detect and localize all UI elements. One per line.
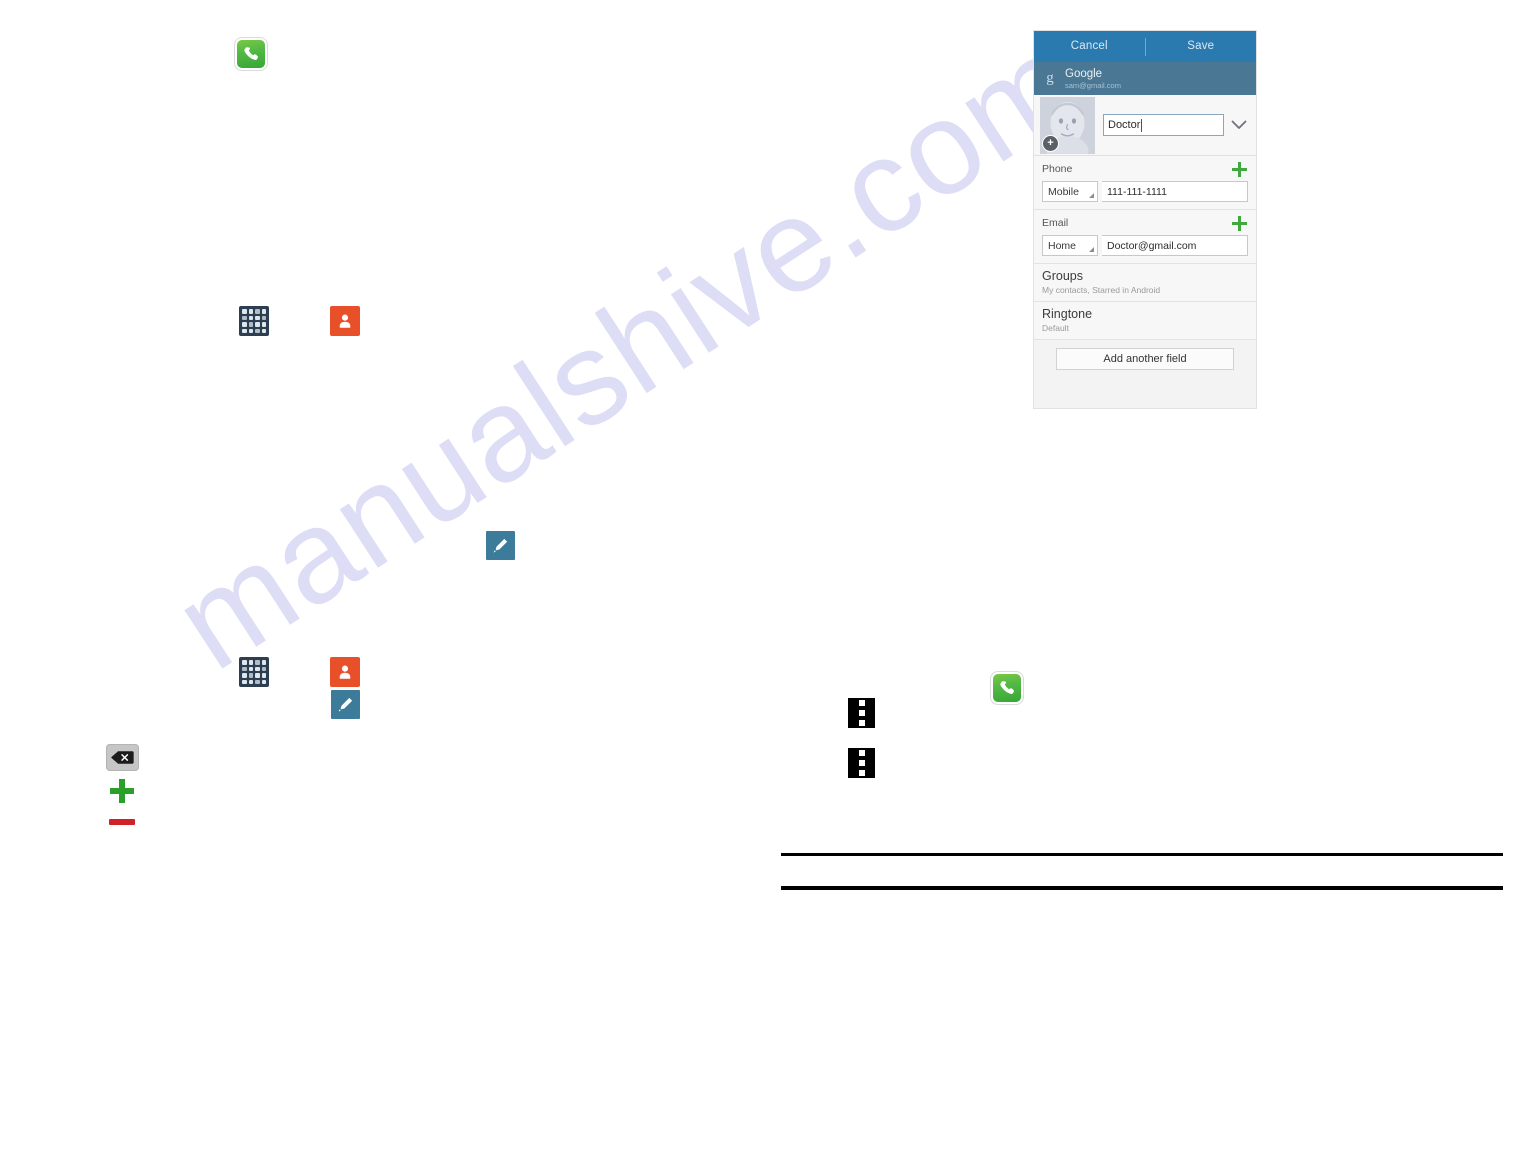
account-labels: Google sam@gmail.com <box>1065 68 1121 90</box>
contact-name-value: Doctor <box>1108 119 1141 131</box>
overflow-dot <box>858 720 865 726</box>
apps-grid-cell <box>248 673 253 678</box>
apps-grid-cell <box>242 660 247 665</box>
apps-grid-cell <box>255 660 260 665</box>
minus-icon <box>108 816 136 828</box>
apps-grid-cell <box>255 315 260 320</box>
overflow-dot <box>858 700 865 706</box>
page-watermark: manualshive.com <box>0 0 1536 1152</box>
apps-grid-icon[interactable] <box>239 306 269 336</box>
editor-action-bar: Cancel Save <box>1034 31 1256 62</box>
google-logo-icon: g <box>1046 70 1054 86</box>
apps-grid-cell <box>248 660 253 665</box>
phone-icon[interactable] <box>237 40 265 68</box>
email-address-value: Doctor@gmail.com <box>1107 239 1197 252</box>
apps-grid-cell <box>261 328 266 333</box>
account-email-label: sam@gmail.com <box>1065 80 1121 90</box>
apps-grid-cell <box>248 322 253 327</box>
add-email-plus-icon[interactable] <box>1231 215 1248 232</box>
apps-grid-cell <box>255 673 260 678</box>
overflow-dot <box>858 710 865 716</box>
edit-pencil-icon[interactable] <box>486 531 515 560</box>
editor-footer: Add another field <box>1034 340 1256 380</box>
apps-grid-cell <box>255 666 260 671</box>
phone-section: Phone Mobile 111-111-1111 <box>1034 156 1256 210</box>
apps-grid-cell <box>261 309 266 314</box>
phone-field-row: Mobile 111-111-1111 <box>1042 181 1248 202</box>
apps-grid-cell <box>255 679 260 684</box>
groups-title: Groups <box>1042 269 1083 283</box>
backspace-icon[interactable] <box>106 744 139 771</box>
email-field-row: Home Doctor@gmail.com <box>1042 235 1248 256</box>
contact-name-row: + Doctor <box>1034 95 1256 156</box>
edit-pencil-icon[interactable] <box>331 690 360 719</box>
apps-grid-cell <box>248 309 253 314</box>
account-provider-label: Google <box>1065 67 1103 80</box>
apps-grid-cell <box>248 679 253 684</box>
apps-grid-cell <box>261 673 266 678</box>
overflow-menu-icon[interactable] <box>848 698 875 728</box>
apps-grid-cell <box>255 322 260 327</box>
add-another-field-button[interactable]: Add another field <box>1056 348 1234 370</box>
cancel-button[interactable]: Cancel <box>1034 31 1145 62</box>
phone-number-input[interactable]: 111-111-1111 <box>1102 181 1248 202</box>
ringtone-title: Ringtone <box>1042 307 1093 321</box>
add-phone-plus-icon[interactable] <box>1231 161 1248 178</box>
dropdown-triangle-icon <box>1089 247 1094 252</box>
chevron-down-icon[interactable] <box>1228 120 1250 130</box>
ringtone-subtitle: Default <box>1042 323 1069 333</box>
apps-grid-cell <box>242 679 247 684</box>
apps-grid-cell <box>255 328 260 333</box>
section-divider-top <box>781 853 1503 856</box>
apps-grid-icon[interactable] <box>239 657 269 687</box>
phone-section-header: Phone <box>1042 161 1248 177</box>
phone-section-label: Phone <box>1042 163 1073 175</box>
overflow-menu-icon[interactable] <box>848 748 875 778</box>
contacts-icon[interactable] <box>330 657 360 687</box>
apps-grid-cell <box>248 328 253 333</box>
apps-grid-cell <box>242 315 247 320</box>
apps-grid-cell <box>242 328 247 333</box>
save-button[interactable]: Save <box>1146 31 1257 62</box>
phone-icon[interactable] <box>993 674 1021 702</box>
email-address-input[interactable]: Doctor@gmail.com <box>1102 235 1248 256</box>
email-type-dropdown[interactable]: Home <box>1042 235 1098 256</box>
apps-grid-cell <box>261 322 266 327</box>
overflow-dot <box>858 750 865 756</box>
account-selector-row[interactable]: g Google sam@gmail.com <box>1034 62 1256 95</box>
watermark-text: manualshive.com <box>149 6 1105 698</box>
email-section: Email Home Doctor@gmail.com <box>1034 210 1256 264</box>
contacts-icon[interactable] <box>330 306 360 336</box>
phone-type-dropdown[interactable]: Mobile <box>1042 181 1098 202</box>
apps-grid-cell <box>242 309 247 314</box>
apps-grid-cell <box>255 309 260 314</box>
phone-number-value: 111-111-1111 <box>1107 185 1167 198</box>
section-divider-bottom <box>781 886 1503 890</box>
dropdown-triangle-icon <box>1089 193 1094 198</box>
avatar[interactable]: + <box>1040 96 1095 154</box>
phone-type-label: Mobile <box>1048 185 1079 198</box>
apps-grid-cell <box>242 666 247 671</box>
text-caret <box>1141 118 1143 132</box>
groups-row[interactable]: Groups My contacts, Starred in Android <box>1034 264 1256 302</box>
apps-grid-cell <box>242 673 247 678</box>
ringtone-row[interactable]: Ringtone Default <box>1034 302 1256 340</box>
overflow-dot <box>858 770 865 776</box>
apps-grid-cell <box>261 315 266 320</box>
contact-editor-screenshot: Cancel Save g Google sam@gmail.com + Doc… <box>1034 31 1256 408</box>
contact-name-input[interactable]: Doctor <box>1103 114 1224 136</box>
apps-grid-cell <box>242 322 247 327</box>
email-section-header: Email <box>1042 215 1248 231</box>
plus-icon <box>108 777 136 805</box>
apps-grid-cell <box>248 315 253 320</box>
overflow-dot <box>858 760 865 766</box>
email-type-label: Home <box>1048 239 1077 252</box>
apps-grid-cell <box>261 679 266 684</box>
apps-grid-cell <box>261 666 266 671</box>
email-section-label: Email <box>1042 217 1069 229</box>
apps-grid-cell <box>248 666 253 671</box>
groups-subtitle: My contacts, Starred in Android <box>1042 285 1161 295</box>
add-photo-badge-icon[interactable]: + <box>1042 134 1059 152</box>
apps-grid-cell <box>261 660 266 665</box>
